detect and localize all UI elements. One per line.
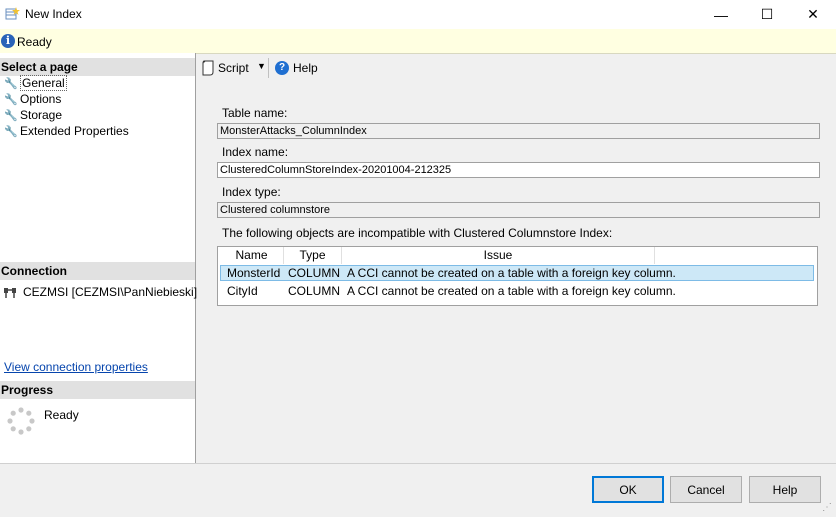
page-item-label: Options bbox=[20, 92, 62, 106]
select-page-header: Select a page bbox=[0, 58, 195, 76]
row-name-cell: CityId bbox=[227, 284, 258, 298]
page-item-options[interactable]: 🔧 Options bbox=[4, 91, 61, 107]
status-strip bbox=[0, 29, 836, 54]
toolbar-separator bbox=[268, 58, 269, 78]
page-item-label: General bbox=[20, 75, 67, 91]
view-connection-properties-link[interactable]: View connection properties bbox=[4, 360, 148, 374]
resize-grip-icon[interactable]: ⋰ bbox=[822, 502, 832, 513]
chevron-down-icon[interactable]: ▼ bbox=[257, 61, 266, 71]
new-index-icon bbox=[5, 7, 20, 20]
connection-header: Connection bbox=[0, 262, 195, 280]
wrench-icon: 🔧 bbox=[4, 109, 18, 122]
progress-header: Progress bbox=[0, 381, 195, 399]
wrench-icon: 🔧 bbox=[4, 93, 18, 106]
ok-button[interactable]: OK bbox=[592, 476, 664, 503]
index-type-label: Index type: bbox=[222, 185, 281, 199]
table-name-field: MonsterAttacks_ColumnIndex bbox=[217, 123, 820, 139]
page-item-label: Extended Properties bbox=[20, 124, 129, 138]
row-issue-cell: A CCI cannot be created on a table with … bbox=[347, 266, 676, 280]
row-name-cell: MonsterId bbox=[227, 266, 281, 280]
connection-icon bbox=[4, 288, 16, 298]
script-button[interactable]: Script bbox=[218, 61, 249, 75]
close-button[interactable]: ✕ bbox=[790, 0, 836, 29]
index-name-label: Index name: bbox=[222, 145, 289, 159]
cancel-button[interactable]: Cancel bbox=[670, 476, 742, 503]
help-toolbar-button[interactable]: Help bbox=[293, 61, 318, 75]
progress-status-text: Ready bbox=[44, 408, 79, 422]
row-type-cell: COLUMN bbox=[288, 284, 341, 298]
index-name-input[interactable]: ClusteredColumnStoreIndex-20201004-21232… bbox=[217, 162, 820, 178]
incompatible-objects-label: The following objects are incompatible w… bbox=[222, 226, 613, 240]
row-type-cell: COLUMN bbox=[288, 266, 341, 280]
page-item-extended-properties[interactable]: 🔧 Extended Properties bbox=[4, 123, 129, 139]
page-item-label: Storage bbox=[20, 108, 63, 122]
page-item-general[interactable]: 🔧 General bbox=[4, 75, 67, 91]
column-header-name[interactable]: Name bbox=[220, 247, 284, 264]
page-item-storage[interactable]: 🔧 Storage bbox=[4, 107, 62, 123]
info-icon: i bbox=[1, 34, 15, 48]
window-title: New Index bbox=[25, 7, 82, 21]
column-header-issue[interactable]: Issue bbox=[342, 247, 655, 264]
maximize-button[interactable]: ☐ bbox=[744, 0, 790, 29]
table-name-label: Table name: bbox=[222, 106, 288, 120]
wrench-icon: 🔧 bbox=[4, 77, 18, 90]
status-text: Ready bbox=[17, 35, 52, 49]
help-button[interactable]: Help bbox=[749, 476, 821, 503]
column-header-type[interactable]: Type bbox=[284, 247, 342, 264]
index-type-field: Clustered columnstore bbox=[217, 202, 820, 218]
row-issue-cell: A CCI cannot be created on a table with … bbox=[347, 284, 676, 298]
toolbar bbox=[196, 53, 836, 81]
progress-spinner-icon bbox=[7, 407, 35, 435]
minimize-button[interactable]: — bbox=[698, 0, 744, 29]
wrench-icon: 🔧 bbox=[4, 125, 18, 138]
script-icon bbox=[202, 60, 214, 76]
connection-text: CEZMSI [CEZMSI\PanNiebieski] bbox=[23, 285, 198, 299]
help-icon: ? bbox=[275, 61, 289, 75]
